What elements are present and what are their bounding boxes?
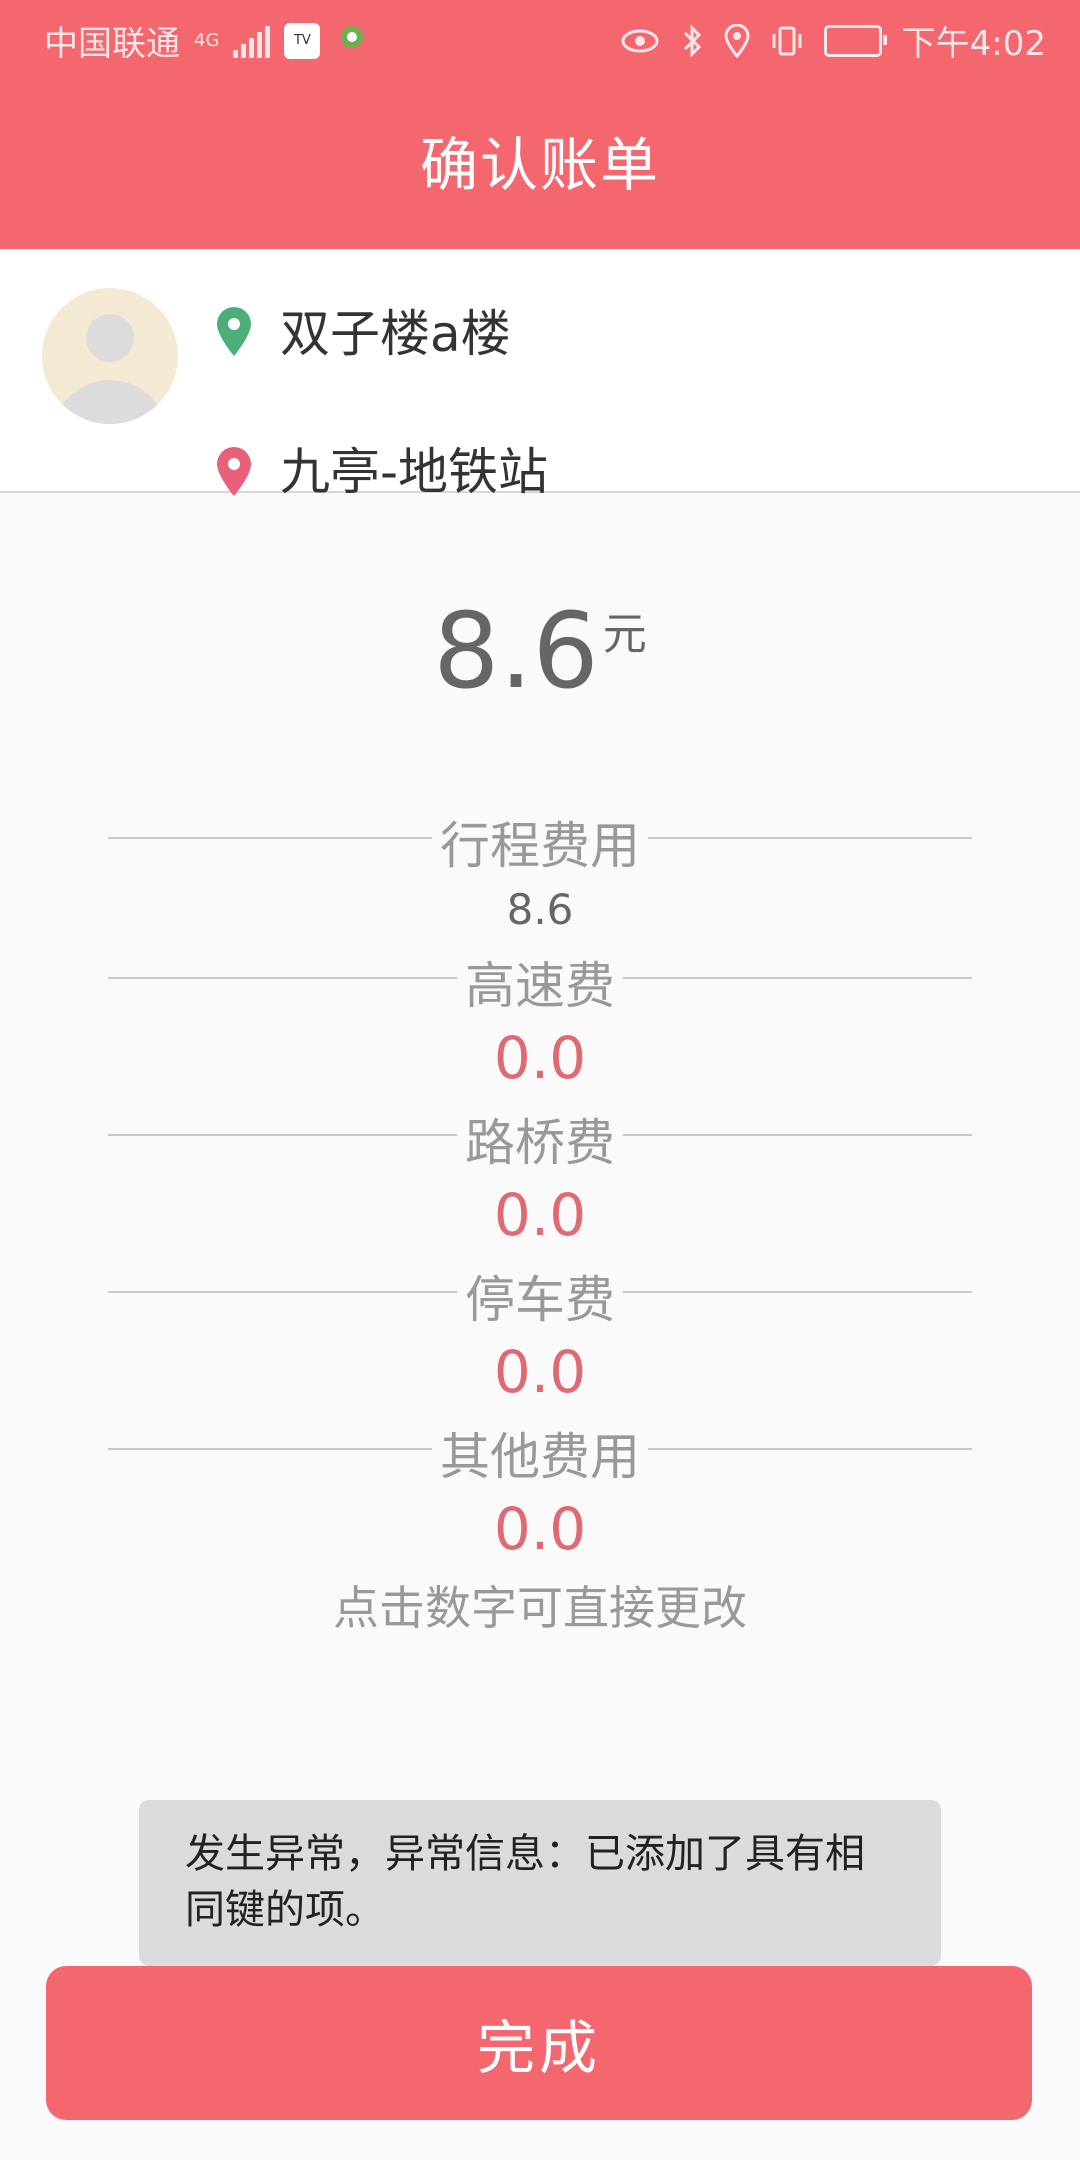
app-notification-icon: TV — [284, 22, 321, 59]
status-left: 中国联通 4G TV — [44, 16, 370, 65]
avatar-head — [86, 314, 134, 362]
error-toast: 发生异常，异常信息：已添加了具有相同键的项。 — [139, 1800, 941, 1966]
status-time: 下午4:02 — [901, 24, 1046, 64]
fee-label-text: 其他费用 — [432, 1428, 648, 1486]
vibrate-icon — [772, 26, 802, 55]
fee-label-highway: 高速费 — [0, 946, 1080, 1018]
edit-hint: 点击数字可直接更改 — [333, 1581, 747, 1635]
end-location-text: 九亭-地铁站 — [280, 443, 549, 501]
carrier-label: 中国联通 — [44, 24, 180, 64]
network-type: 4G — [194, 29, 220, 51]
fee-value-parking[interactable]: 0.0 — [0, 1338, 1080, 1406]
fee-label-other: 其他费用 — [0, 1417, 1080, 1489]
fee-label-text: 高速费 — [457, 957, 623, 1015]
avatar-shoulders — [52, 380, 168, 424]
total-amount-unit: 元 — [602, 609, 647, 660]
battery-icon — [823, 24, 887, 57]
eye-icon — [621, 29, 659, 52]
bluetooth-icon — [683, 23, 701, 58]
driver-avatar — [42, 288, 178, 424]
total-amount-value: 8.6 — [433, 590, 599, 712]
fee-value-other[interactable]: 0.0 — [0, 1495, 1080, 1563]
fee-value-bridge[interactable]: 0.0 — [0, 1181, 1080, 1249]
status-bar: 中国联通 4G TV 下午4:02 — [0, 0, 1080, 72]
fee-label-bridge: 路桥费 — [0, 1103, 1080, 1175]
total-amount: 8.6元 — [0, 590, 1080, 712]
fee-label-text: 停车费 — [457, 1271, 623, 1329]
app-notification-icon-2 — [334, 23, 370, 59]
fee-label-text: 路桥费 — [457, 1114, 623, 1172]
fee-label-text: 行程费用 — [432, 817, 648, 875]
fee-label-parking: 停车费 — [0, 1260, 1080, 1332]
status-right: 下午4:02 — [620, 16, 1046, 65]
fee-value-highway[interactable]: 0.0 — [0, 1024, 1080, 1092]
signal-icon — [233, 24, 271, 58]
fee-value-trip[interactable]: 8.6 — [0, 885, 1080, 934]
start-location-text: 双子楼a楼 — [280, 305, 511, 363]
location-icon — [724, 23, 750, 58]
fee-label-trip: 行程费用 — [0, 806, 1080, 878]
page-title: 确认账单 — [419, 131, 660, 199]
start-location-pin-icon — [217, 307, 251, 356]
finish-button[interactable]: 完成 — [46, 1966, 1032, 2120]
end-location-pin-icon — [217, 447, 251, 496]
